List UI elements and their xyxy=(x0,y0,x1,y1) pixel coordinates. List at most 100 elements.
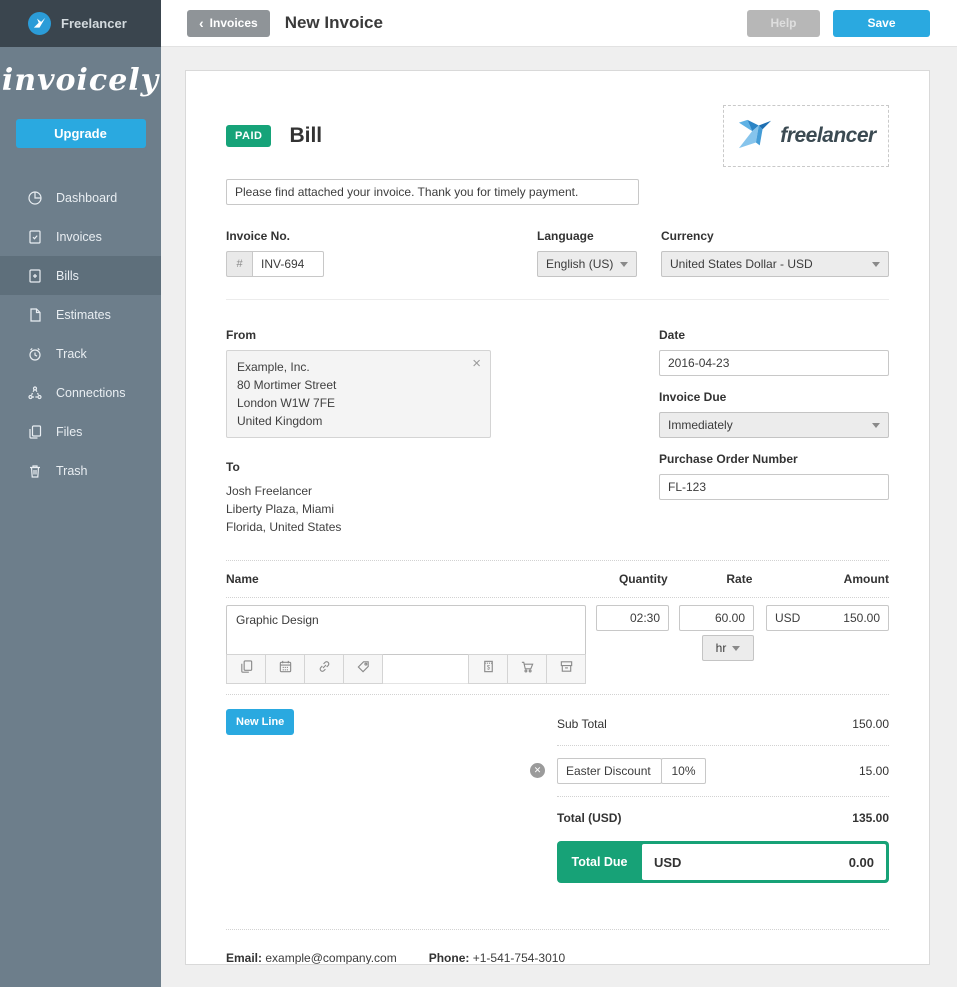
tag-line-button[interactable] xyxy=(343,654,383,684)
unit-select[interactable]: hr xyxy=(702,635,754,661)
cart-line-button[interactable] xyxy=(507,654,547,684)
po-number-input[interactable] xyxy=(659,474,889,500)
sidebar-item-connections[interactable]: Connections xyxy=(0,373,161,412)
main-area: PAID Bill freelancer xyxy=(161,47,957,987)
from-line: Example, Inc. xyxy=(237,358,480,376)
amount-field[interactable]: USD 150.00 xyxy=(766,605,889,631)
invoice-no-label: Invoice No. xyxy=(226,229,537,243)
status-badge: PAID xyxy=(226,125,271,147)
invoice-card: PAID Bill freelancer xyxy=(185,70,930,965)
total-label: Total (USD) xyxy=(557,811,621,825)
number-prefix: # xyxy=(226,251,252,277)
sidebar-item-trash[interactable]: Trash xyxy=(0,451,161,490)
sidebar-item-track[interactable]: Track xyxy=(0,334,161,373)
page-title: New Invoice xyxy=(285,13,383,33)
items-table-header: Name Quantity Rate Amount xyxy=(226,561,889,597)
brand-name: Freelancer xyxy=(61,16,127,31)
discount-name-input[interactable] xyxy=(557,758,662,784)
invoice-message-input[interactable] xyxy=(226,179,639,205)
from-line: United Kingdom xyxy=(237,412,480,430)
document-title: Bill xyxy=(289,124,322,148)
duplicate-line-button[interactable] xyxy=(226,654,266,684)
sidebar-item-dashboard[interactable]: Dashboard xyxy=(0,178,161,217)
link-line-button[interactable] xyxy=(304,654,344,684)
total-due-label: Total Due xyxy=(557,844,642,880)
from-address-box[interactable]: × Example, Inc. 80 Mortimer Street Londo… xyxy=(226,350,491,438)
network-icon xyxy=(27,385,43,401)
sub-total-value: 150.00 xyxy=(852,717,889,731)
sub-total-label: Sub Total xyxy=(557,717,607,731)
total-due-currency: USD xyxy=(654,855,681,870)
tag-icon xyxy=(356,659,371,679)
item-name-textarea[interactable]: Graphic Design xyxy=(226,605,586,655)
discount-percent-input[interactable] xyxy=(661,758,706,784)
calendar-icon xyxy=(278,659,293,679)
archive-line-button[interactable] xyxy=(546,654,586,684)
sidebar-item-files[interactable]: Files xyxy=(0,412,161,451)
sidebar-item-label: Dashboard xyxy=(56,191,117,205)
calendar-line-button[interactable] xyxy=(265,654,305,684)
new-line-button[interactable]: New Line xyxy=(226,709,294,735)
invoicely-logo: invoicely xyxy=(0,63,161,98)
phone-label: Phone: xyxy=(429,951,470,965)
phone-value: +1-541-754-3010 xyxy=(473,951,565,965)
receipt-icon: $ xyxy=(481,659,496,679)
chevron-down-icon xyxy=(620,262,628,267)
currency-value: United States Dollar - USD xyxy=(670,257,866,271)
sidebar-item-invoices[interactable]: Invoices xyxy=(0,217,161,256)
sidebar-item-bills[interactable]: Bills xyxy=(0,256,161,295)
invoice-due-select[interactable]: Immediately xyxy=(659,412,889,438)
from-label: From xyxy=(226,328,659,342)
message-row xyxy=(226,179,889,205)
remove-discount-button[interactable]: ✕ xyxy=(530,763,545,778)
receipt-line-button[interactable]: $ xyxy=(468,654,508,684)
language-select[interactable]: English (US) xyxy=(537,251,637,277)
link-icon xyxy=(317,659,332,679)
to-line: Josh Freelancer xyxy=(226,482,659,500)
discount-value: 15.00 xyxy=(859,764,889,778)
invoice-no-input[interactable] xyxy=(252,251,324,277)
address-row: From × Example, Inc. 80 Mortimer Street … xyxy=(226,328,889,536)
sidebar: invoicely Upgrade Dashboard Invoices Bil… xyxy=(0,47,161,987)
archive-icon xyxy=(559,659,574,679)
currency-label: Currency xyxy=(661,229,889,243)
total-due-field[interactable]: USD 0.00 xyxy=(642,844,886,880)
freelancer-logo-bird-icon xyxy=(736,117,774,156)
close-icon[interactable]: × xyxy=(472,356,481,371)
total-due-box: Total Due USD 0.00 xyxy=(557,841,889,883)
language-value: English (US) xyxy=(546,257,614,271)
item-row: Graphic Design xyxy=(226,605,889,684)
document-check-icon xyxy=(27,229,43,245)
company-logo-upload[interactable]: freelancer xyxy=(723,105,889,167)
freelancer-bird-icon xyxy=(28,12,51,35)
from-line: 80 Mortimer Street xyxy=(237,376,480,394)
from-line: London W1W 7FE xyxy=(237,394,480,412)
remove-icon: ✕ xyxy=(534,766,542,775)
alarm-clock-icon xyxy=(27,346,43,362)
save-button[interactable]: Save xyxy=(833,10,930,37)
bill-header: PAID Bill freelancer xyxy=(226,105,889,167)
sidebar-nav: Dashboard Invoices Bills Estimates xyxy=(0,178,161,490)
chevron-down-icon xyxy=(872,423,880,428)
currency-select[interactable]: United States Dollar - USD xyxy=(661,251,889,277)
name-column-header: Name xyxy=(226,572,585,586)
to-line: Liberty Plaza, Miami xyxy=(226,500,659,518)
sidebar-item-label: Bills xyxy=(56,269,79,283)
document-plus-icon xyxy=(27,268,43,284)
chevron-down-icon xyxy=(732,646,740,651)
quantity-input[interactable] xyxy=(596,605,669,631)
sidebar-item-label: Trash xyxy=(56,464,88,478)
back-to-invoices-button[interactable]: ‹ Invoices xyxy=(187,10,270,37)
sidebar-item-estimates[interactable]: Estimates xyxy=(0,295,161,334)
date-input[interactable] xyxy=(659,350,889,376)
back-button-label: Invoices xyxy=(210,16,258,30)
sidebar-item-label: Invoices xyxy=(56,230,102,244)
duplicate-icon xyxy=(239,659,254,679)
invoice-footer: Email: example@company.com Phone: +1-541… xyxy=(226,930,889,965)
upgrade-button[interactable]: Upgrade xyxy=(16,119,146,148)
help-button[interactable]: Help xyxy=(747,10,820,37)
rate-input[interactable] xyxy=(679,605,754,631)
total-value: 135.00 xyxy=(852,811,889,825)
invoice-due-label: Invoice Due xyxy=(659,390,889,404)
sidebar-item-label: Track xyxy=(56,347,87,361)
